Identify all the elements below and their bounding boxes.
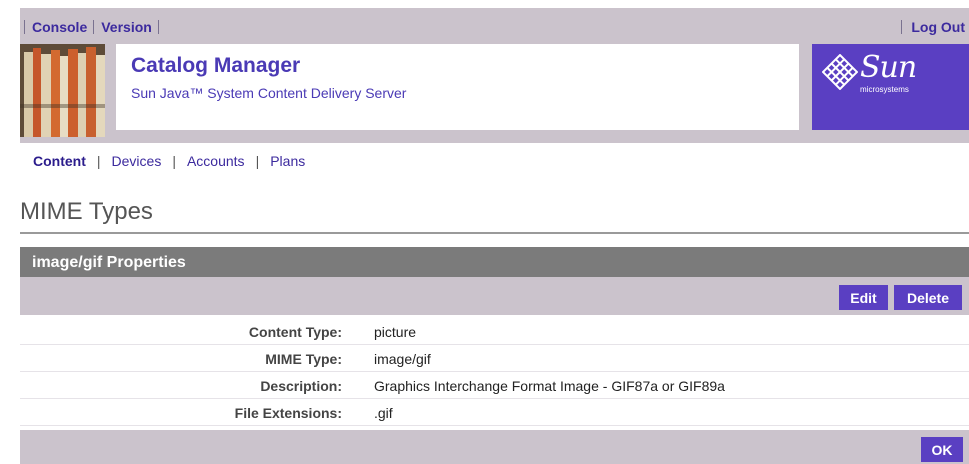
ok-button[interactable]: OK — [921, 437, 963, 462]
tab-devices[interactable]: Devices — [112, 153, 162, 169]
edit-button[interactable]: Edit — [839, 285, 888, 310]
description-label: Description: — [260, 378, 342, 394]
console-link[interactable]: Console — [32, 19, 87, 35]
top-bar: Console Version Log Out — [20, 8, 969, 44]
tab-content[interactable]: Content — [33, 153, 86, 169]
properties-header: image/gif Properties — [20, 247, 969, 277]
table-row: Content Type: picture — [20, 318, 969, 345]
table-row: File Extensions: .gif — [20, 399, 969, 426]
tab-separator: | — [255, 153, 260, 169]
books-illustration — [20, 44, 105, 137]
logout-link[interactable]: Log Out — [911, 19, 965, 35]
divider — [93, 20, 95, 34]
divider — [157, 20, 159, 34]
books-image — [20, 44, 105, 137]
mime-type-label: MIME Type: — [265, 351, 342, 367]
description-value: Graphics Interchange Format Image - GIF8… — [374, 378, 725, 394]
content-type-label: Content Type: — [248, 324, 342, 340]
tab-separator: | — [172, 153, 176, 169]
content-type-value: picture — [374, 324, 417, 340]
sun-logo: Sun microsystems — [812, 44, 969, 130]
divider — [24, 20, 25, 34]
main-tabs: Content | Devices | Accounts | Plans — [33, 153, 305, 169]
app-title: Catalog Manager — [131, 54, 301, 77]
properties-table: Content Type: picture MIME Type: image/g… — [20, 318, 969, 426]
sun-logo-icon — [822, 54, 858, 90]
title-divider — [20, 232, 969, 234]
sun-logo-word: Sun — [860, 50, 917, 85]
divider — [901, 20, 903, 34]
tab-plans[interactable]: Plans — [270, 153, 305, 169]
action-bar: Edit Delete — [20, 277, 969, 315]
brand-panel: Catalog Manager Sun Java™ System Content… — [116, 44, 799, 130]
tab-separator: | — [96, 153, 101, 169]
top-links: Console Version — [24, 19, 166, 35]
masthead: Console Version Log Out Catalog Manager … — [20, 8, 969, 143]
delete-button[interactable]: Delete — [894, 285, 962, 310]
file-extensions-value: .gif — [374, 405, 393, 421]
footer-bar: OK — [20, 430, 969, 464]
page-title: MIME Types — [20, 198, 153, 225]
logout-area: Log Out — [901, 19, 965, 35]
table-row: MIME Type: image/gif — [20, 345, 969, 372]
sun-logo-subtext: microsystems — [860, 85, 909, 94]
version-link[interactable]: Version — [101, 19, 152, 35]
mime-type-value: image/gif — [374, 351, 431, 367]
table-row: Description: Graphics Interchange Format… — [20, 372, 969, 399]
file-extensions-label: File Extensions: — [234, 405, 342, 421]
app-subtitle: Sun Java™ System Content Delivery Server — [131, 85, 407, 101]
tab-accounts[interactable]: Accounts — [187, 153, 245, 169]
properties-title: image/gif Properties — [32, 254, 186, 271]
